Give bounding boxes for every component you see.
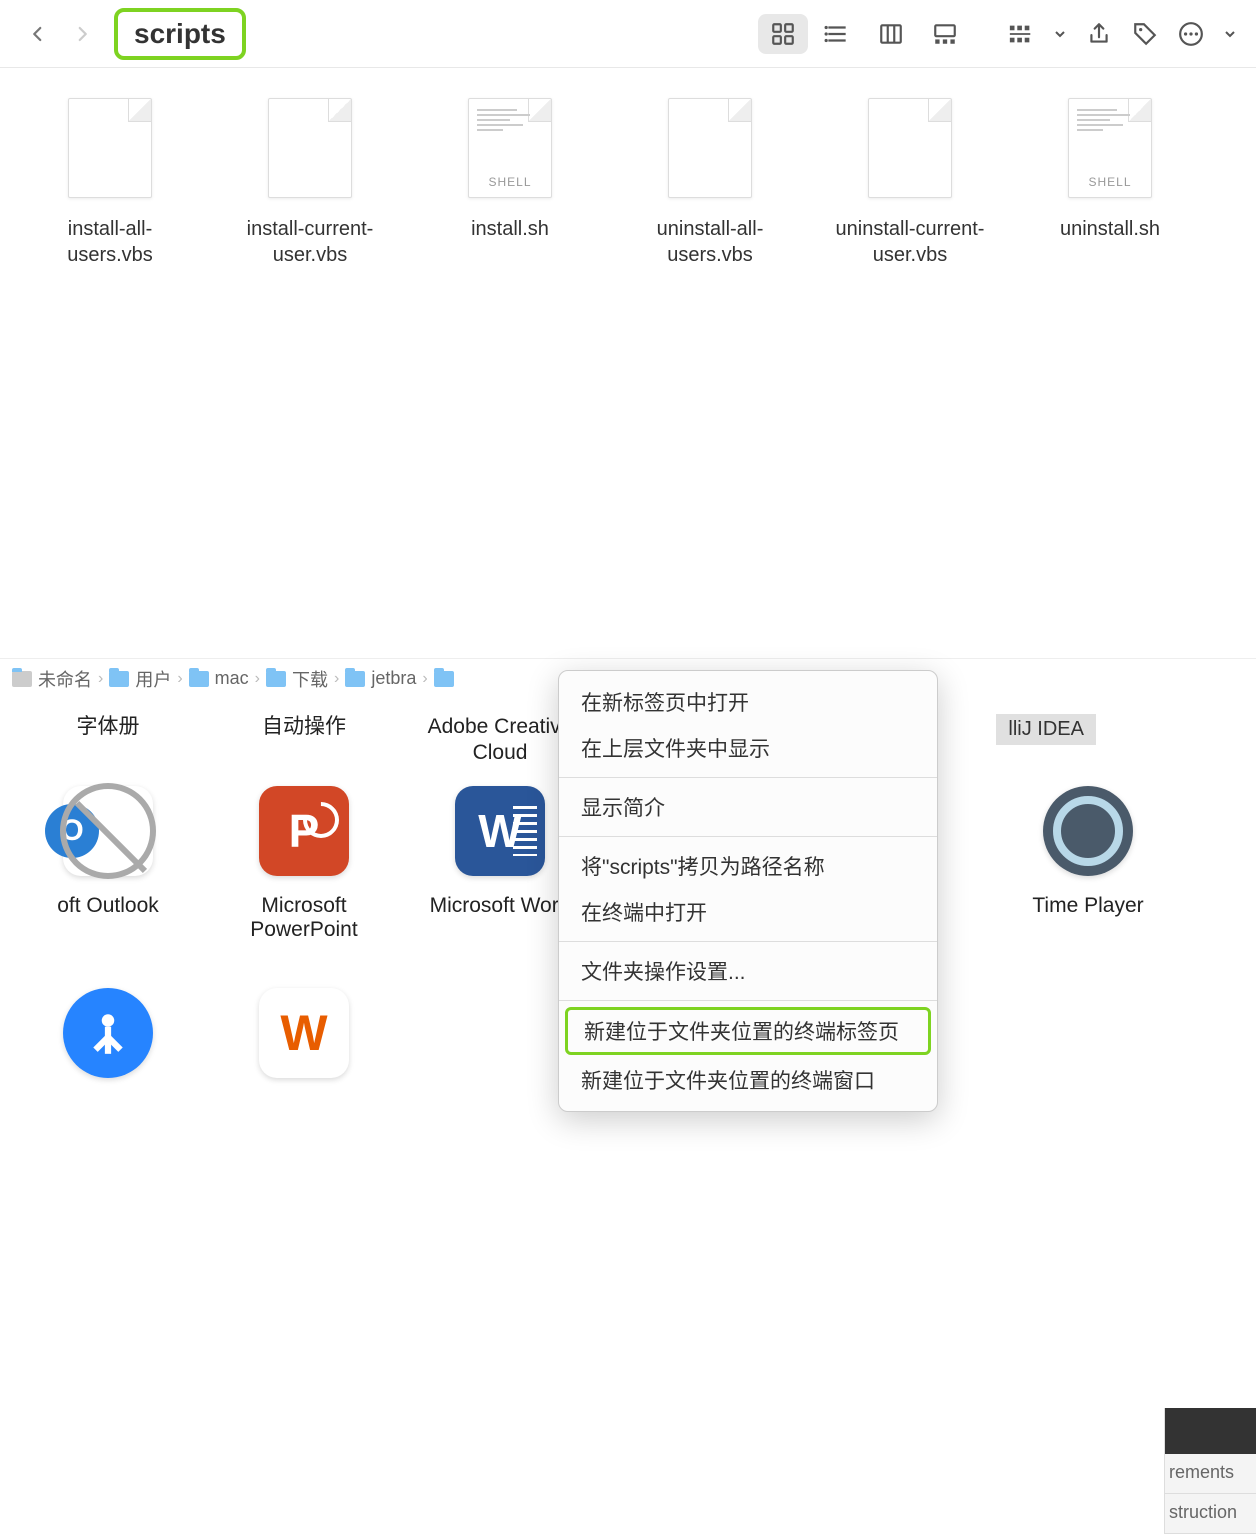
finder-toolbar: scripts — [0, 0, 1256, 68]
file-name: uninstall-current-user.vbs — [825, 216, 995, 268]
folder-title: scripts — [134, 18, 226, 49]
app-name-label: Time Player — [1032, 894, 1143, 918]
file-item[interactable]: uninstall-current-user.vbs — [820, 98, 1000, 268]
more-actions-button[interactable] — [1178, 21, 1204, 47]
context-menu-item[interactable]: 显示简介 — [559, 784, 937, 830]
ellipsis-circle-icon — [1178, 21, 1204, 47]
group-by-button[interactable] — [1008, 21, 1034, 47]
folder-icon — [266, 671, 286, 687]
app-name-label: Microsoft Word — [430, 894, 571, 918]
file-icon — [868, 98, 952, 198]
menu-separator — [559, 941, 937, 942]
menu-separator — [559, 1000, 937, 1001]
folder-title-highlight: scripts — [114, 8, 246, 60]
tags-button[interactable] — [1132, 21, 1158, 47]
folder-icon — [109, 671, 129, 687]
path-segment[interactable]: 下载 — [266, 666, 328, 692]
path-label: 下载 — [292, 666, 328, 692]
grid-icon — [770, 21, 796, 47]
outlook-icon[interactable]: O — [63, 786, 153, 876]
file-name: uninstall.sh — [1060, 216, 1160, 242]
shell-file-icon: SHELL — [468, 98, 552, 198]
icon-view-button[interactable] — [758, 14, 808, 54]
gallery-icon — [932, 21, 958, 47]
app-name-label: 字体册 — [10, 714, 206, 767]
path-separator-icon: › — [177, 670, 182, 688]
sourcetree-icon[interactable] — [63, 988, 153, 1078]
file-icon — [68, 98, 152, 198]
file-item[interactable]: SHELL install.sh — [420, 98, 600, 242]
path-segment[interactable]: 未命名 — [12, 666, 92, 692]
group-icon — [1008, 21, 1034, 47]
columns-icon — [878, 21, 904, 47]
context-menu: 在新标签页中打开在上层文件夹中显示显示简介将"scripts"拷贝为路径名称在终… — [558, 670, 938, 1112]
file-item[interactable]: install-current-user.vbs — [220, 98, 400, 268]
file-icon — [268, 98, 352, 198]
folder-icon — [345, 671, 365, 687]
chevron-down-icon — [1054, 28, 1066, 40]
column-view-button[interactable] — [866, 14, 916, 54]
shell-file-icon: SHELL — [1068, 98, 1152, 198]
back-button[interactable] — [20, 16, 56, 52]
intellij-tab-partial: lliJ IDEA — [996, 714, 1096, 745]
path-separator-icon: › — [422, 670, 427, 688]
app-name-label: Microsoft PowerPoint — [206, 894, 402, 942]
path-segment[interactable]: jetbra — [345, 668, 416, 689]
ppt-icon[interactable]: P — [259, 786, 349, 876]
menu-separator — [559, 836, 937, 837]
file-icon — [668, 98, 752, 198]
file-item[interactable]: uninstall-all-users.vbs — [620, 98, 800, 268]
path-separator-icon: › — [98, 670, 103, 688]
file-name: uninstall-all-users.vbs — [625, 216, 795, 268]
qt-icon[interactable] — [1043, 786, 1133, 876]
more-actions-chevron[interactable] — [1224, 28, 1236, 40]
share-icon — [1086, 21, 1112, 47]
path-label: 未命名 — [38, 666, 92, 692]
menu-separator — [559, 777, 937, 778]
context-menu-item[interactable]: 新建位于文件夹位置的终端窗口 — [559, 1057, 937, 1103]
chevron-left-icon — [29, 20, 47, 48]
context-menu-item[interactable]: 在上层文件夹中显示 — [559, 725, 937, 771]
folder-icon — [434, 671, 454, 687]
list-icon — [824, 21, 850, 47]
list-view-button[interactable] — [812, 14, 862, 54]
right-panel-partial: rements struction — [1164, 1408, 1256, 1534]
gallery-view-button[interactable] — [920, 14, 970, 54]
path-segment[interactable]: mac — [189, 668, 249, 689]
share-button[interactable] — [1086, 21, 1112, 47]
chevron-right-icon — [73, 20, 91, 48]
context-menu-item[interactable]: 在终端中打开 — [559, 889, 937, 935]
wps-icon[interactable]: W — [259, 988, 349, 1078]
folder-icon — [189, 671, 209, 687]
path-segment[interactable]: 用户 — [109, 666, 171, 692]
context-menu-item[interactable]: 新建位于文件夹位置的终端标签页 — [565, 1007, 931, 1055]
context-menu-item[interactable]: 将"scripts"拷贝为路径名称 — [559, 843, 937, 889]
file-grid[interactable]: install-all-users.vbs install-current-use… — [0, 68, 1256, 658]
path-label: 用户 — [135, 666, 171, 692]
path-label: mac — [215, 668, 249, 689]
file-name: install.sh — [471, 216, 549, 242]
app-name-label: 自动操作 — [206, 714, 402, 767]
file-name: install-all-users.vbs — [25, 216, 195, 268]
chevron-down-icon — [1224, 28, 1236, 40]
path-segment[interactable] — [434, 671, 454, 687]
path-separator-icon: › — [334, 670, 339, 688]
context-menu-item[interactable]: 文件夹操作设置... — [559, 948, 937, 994]
tag-icon — [1132, 21, 1158, 47]
word-icon[interactable]: W — [455, 786, 545, 876]
path-label: jetbra — [371, 668, 416, 689]
context-menu-item[interactable]: 在新标签页中打开 — [559, 679, 937, 725]
file-item[interactable]: install-all-users.vbs — [20, 98, 200, 268]
forward-button[interactable] — [64, 16, 100, 52]
file-item[interactable]: SHELL uninstall.sh — [1020, 98, 1200, 242]
drive-icon — [12, 671, 32, 687]
view-switcher — [758, 14, 970, 54]
app-name-label: oft Outlook — [57, 894, 159, 918]
group-by-chevron[interactable] — [1054, 28, 1066, 40]
path-separator-icon: › — [255, 670, 260, 688]
file-name: install-current-user.vbs — [225, 216, 395, 268]
